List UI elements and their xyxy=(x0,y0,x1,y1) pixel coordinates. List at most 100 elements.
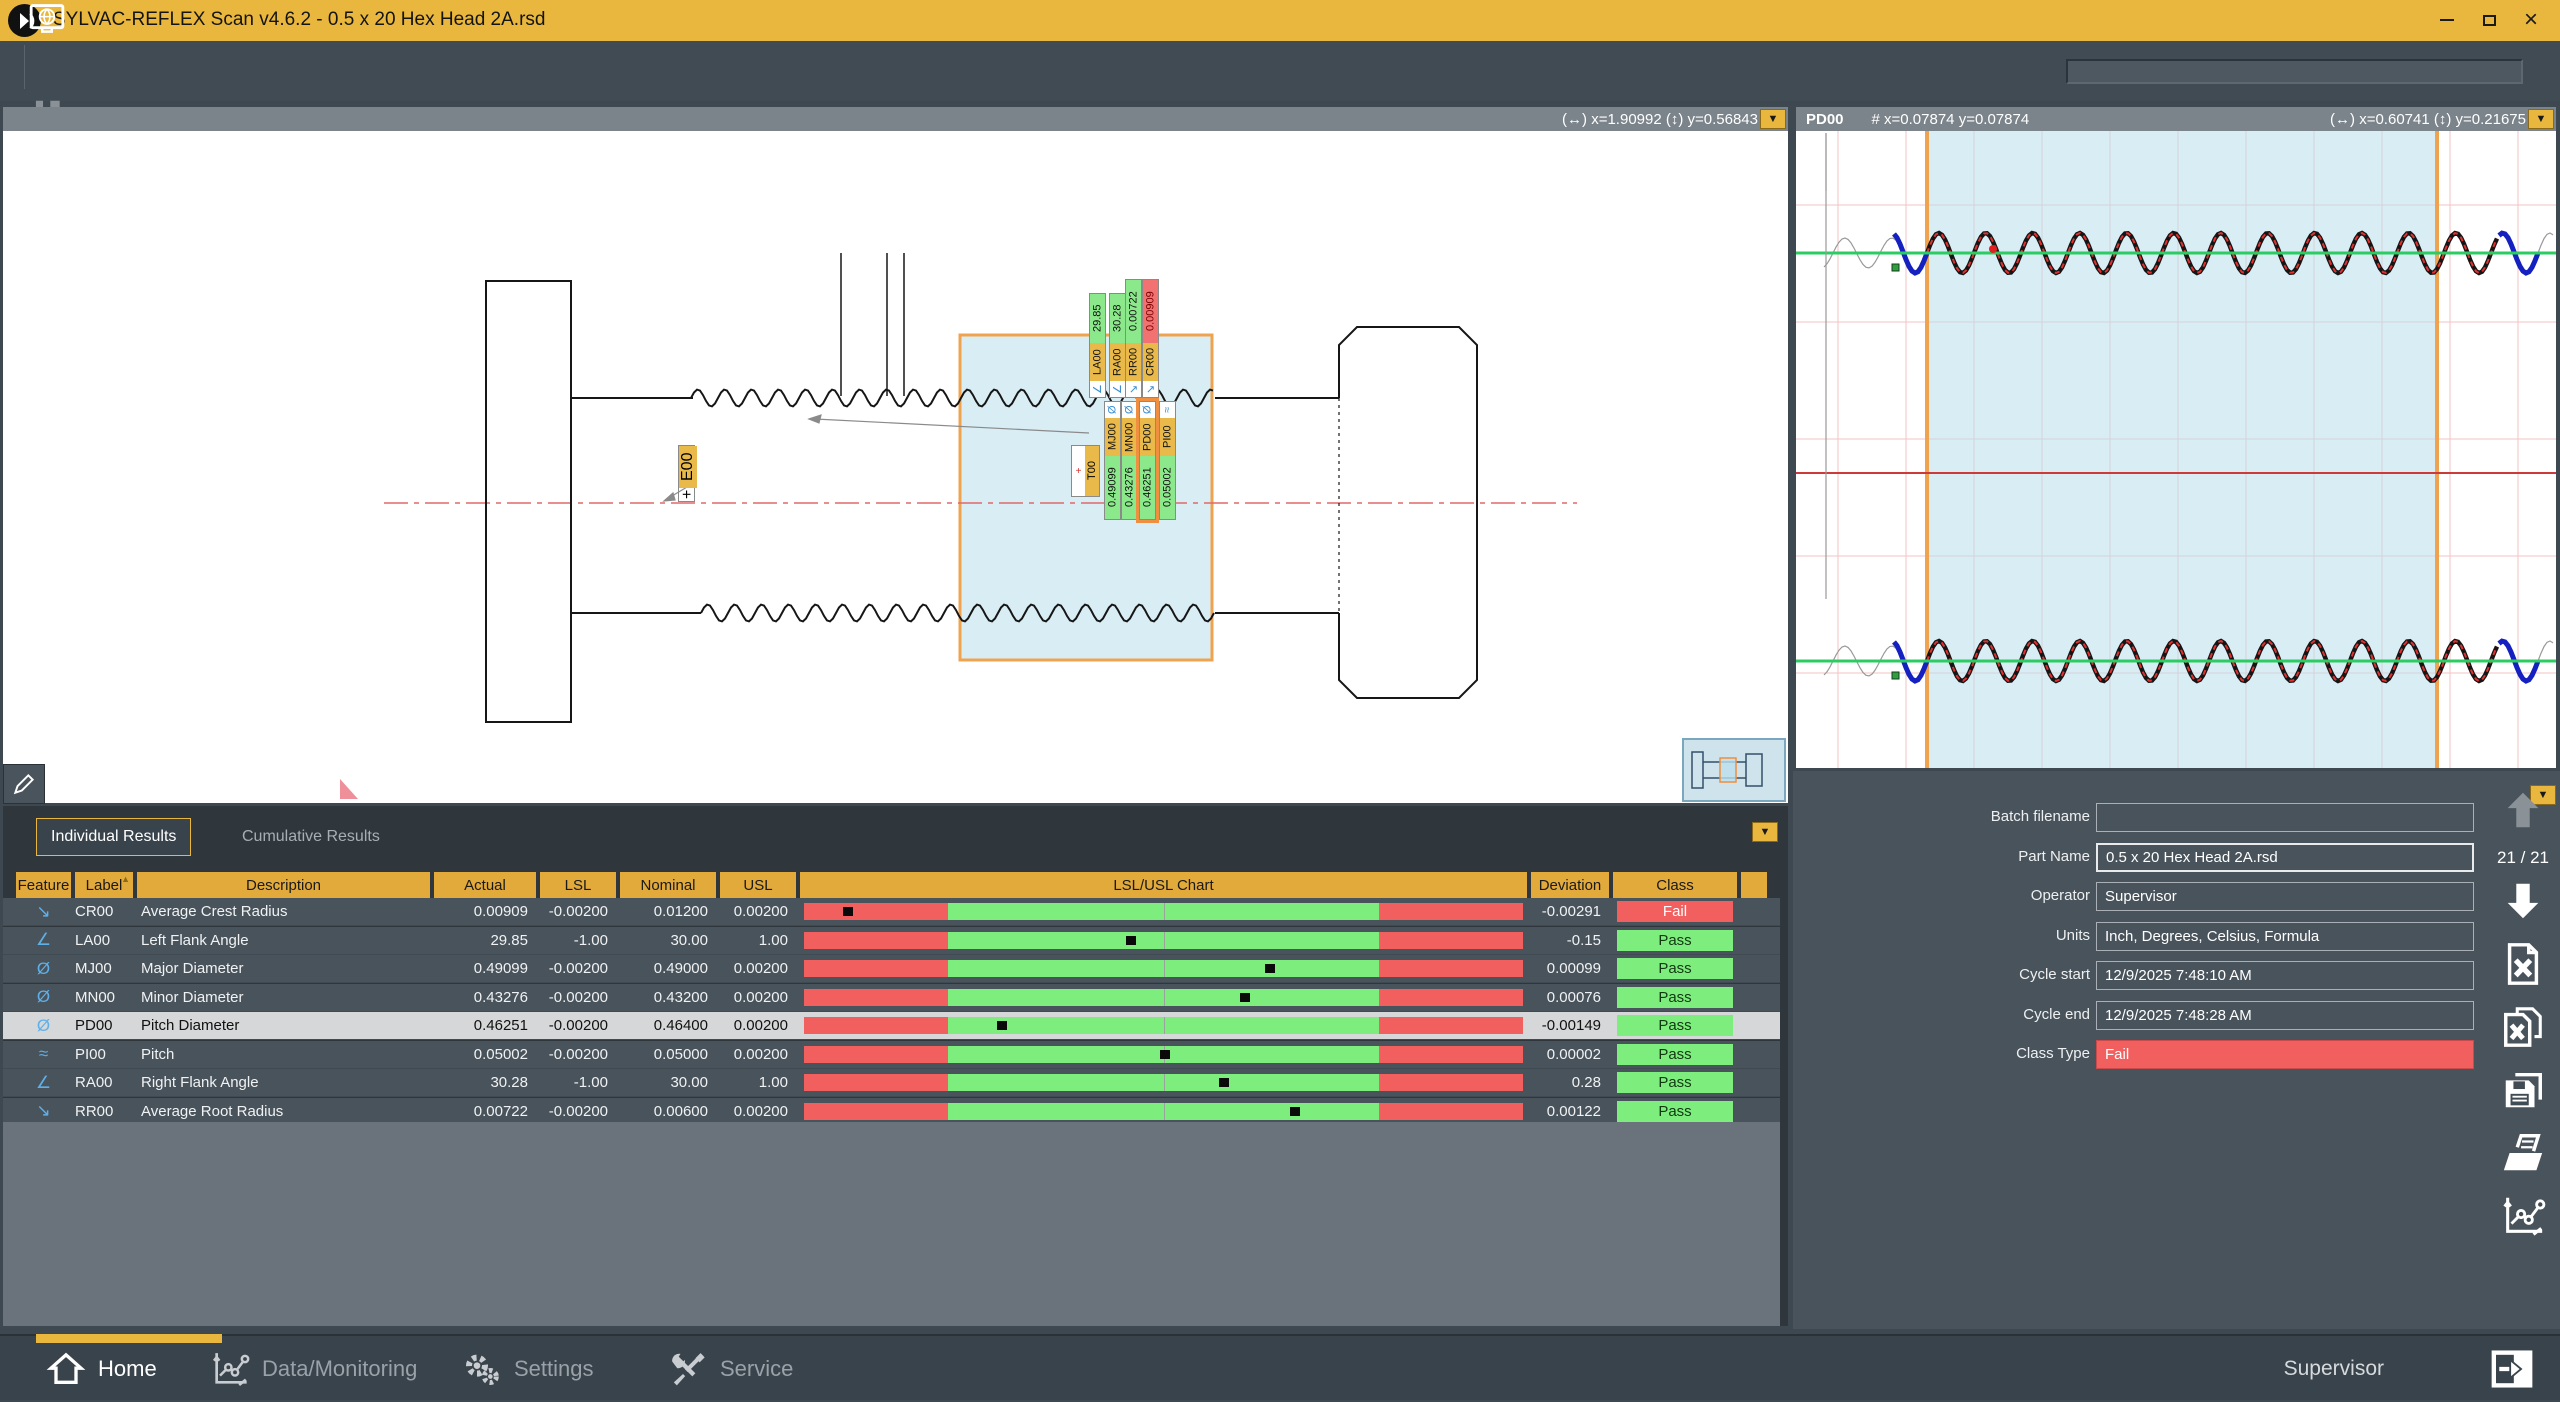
datum-tag-t00[interactable]: +T00 xyxy=(1071,445,1100,497)
class-badge: Pass xyxy=(1613,1069,1737,1096)
thread-trace-canvas[interactable] xyxy=(1796,131,2556,768)
cell-nominal: 0.49000 xyxy=(620,955,716,982)
cell-lsl: -1.00 xyxy=(540,1069,616,1096)
column-header-description[interactable]: Description xyxy=(137,872,430,898)
up-arrow-icon[interactable] xyxy=(2500,787,2546,838)
cell-actual: 0.43276 xyxy=(434,984,536,1011)
class-badge: Fail xyxy=(1613,898,1737,925)
field-input-batch-filename[interactable] xyxy=(2096,803,2474,832)
table-row-ra00[interactable]: ∠RA00Right Flank Angle30.28-1.0030.001.0… xyxy=(3,1069,1780,1097)
column-header-class[interactable]: Class xyxy=(1613,872,1737,898)
column-header-lsl[interactable]: LSL xyxy=(540,872,616,898)
maximize-button[interactable] xyxy=(2472,6,2506,34)
column-header-nominal[interactable]: Nominal xyxy=(620,872,716,898)
tab-individual-results[interactable]: Individual Results xyxy=(36,818,191,856)
feature-tag-cr00[interactable]: 0.00909CR00↘ xyxy=(1142,279,1159,398)
measurement-marker xyxy=(1126,936,1136,945)
feature-tag-ra00[interactable]: 30.28RA00∠ xyxy=(1109,293,1126,398)
column-header-lsl-usl-chart[interactable]: LSL/USL Chart xyxy=(800,872,1527,898)
feature-tag-rr00[interactable]: 0.00722RR00↘ xyxy=(1125,279,1142,398)
cell-label: LA00 xyxy=(75,927,133,954)
cell-usl: 0.00200 xyxy=(720,1098,796,1125)
edit-annotation-button[interactable] xyxy=(3,764,45,804)
field-input-class-type[interactable]: Fail xyxy=(2096,1040,2474,1069)
nav-item-service[interactable]: Service xyxy=(668,1336,793,1402)
column-header-deviation[interactable]: Deviation xyxy=(1531,872,1609,898)
class-badge: Pass xyxy=(1613,984,1737,1011)
cell-lsl: -0.00200 xyxy=(540,955,616,982)
cell-usl: 0.00200 xyxy=(720,898,796,925)
nav-item-data-monitoring[interactable]: Data/Monitoring xyxy=(210,1336,417,1402)
lsl-usl-chart-bar xyxy=(800,1012,1527,1039)
delete-record-icon[interactable] xyxy=(2500,941,2546,992)
column-header-usl[interactable]: USL xyxy=(720,872,796,898)
overview-minimap[interactable] xyxy=(1682,738,1786,802)
table-row-pd00[interactable]: ØPD00Pitch Diameter0.46251-0.002000.4640… xyxy=(3,1012,1780,1040)
cell-description: Average Crest Radius xyxy=(137,898,430,925)
table-row-cr00[interactable]: ↘CR00Average Crest Radius0.00909-0.00200… xyxy=(3,898,1780,926)
column-header-actual[interactable]: Actual xyxy=(434,872,536,898)
measurement-marker xyxy=(1219,1078,1229,1087)
open-report-icon[interactable] xyxy=(2500,1130,2546,1181)
nav-item-home[interactable]: Home xyxy=(46,1336,157,1402)
cell-description: Pitch Diameter xyxy=(137,1012,430,1039)
minimize-button[interactable] xyxy=(2430,6,2464,34)
table-row-pi00[interactable]: ≈PI00Pitch0.05002-0.002000.050000.002000… xyxy=(3,1041,1780,1069)
feature-tag-mj00[interactable]: ØMJ000.49099 xyxy=(1104,401,1121,520)
screen-globe-icon[interactable] xyxy=(18,0,76,45)
feature-tag-pi00[interactable]: ≈PI000.05002 xyxy=(1159,401,1176,520)
class-badge: Pass xyxy=(1613,1098,1737,1125)
feature-tag-la00[interactable]: 29.85LA00∠ xyxy=(1089,293,1106,398)
cell-nominal: 0.01200 xyxy=(620,898,716,925)
down-arrow-icon[interactable] xyxy=(2500,878,2546,929)
sort-ascending-icon: ▲ xyxy=(121,874,130,884)
left-viewport-dropdown-button[interactable]: ▼ xyxy=(1760,109,1786,129)
batch-info-panel: Batch filenamePart Name0.5 x 20 Hex Head… xyxy=(1793,771,2560,1329)
close-button[interactable]: × xyxy=(2514,6,2548,34)
cell-label: RR00 xyxy=(75,1098,133,1125)
cell-label: RA00 xyxy=(75,1069,133,1096)
profile-drawing-canvas[interactable]: 29.85LA00∠30.28RA00∠0.00722RR00↘0.00909C… xyxy=(3,131,1788,803)
cell-description: Average Root Radius xyxy=(137,1098,430,1125)
field-input-cycle-start[interactable]: 12/9/2025 7:48:10 AM xyxy=(2096,961,2474,990)
nav-item-settings[interactable]: Settings xyxy=(462,1336,594,1402)
cell-lsl: -0.00200 xyxy=(540,1041,616,1068)
results-dropdown-button[interactable]: ▼ xyxy=(1752,822,1778,842)
field-input-operator[interactable]: Supervisor xyxy=(2096,882,2474,911)
column-header-label[interactable]: Label▲ xyxy=(75,872,133,898)
field-label-cycle-start: Cycle start xyxy=(2019,966,2090,983)
table-row-la00[interactable]: ∠LA00Left Flank Angle29.85-1.0030.001.00… xyxy=(3,927,1780,955)
table-row-mn00[interactable]: ØMN00Minor Diameter0.43276-0.002000.4320… xyxy=(3,984,1780,1012)
feature-tag-pd00[interactable]: ØPD000.46251 xyxy=(1139,401,1156,520)
column-header-feature[interactable]: Feature xyxy=(16,872,71,898)
feature-tag-e00[interactable]: E00+ xyxy=(678,445,695,502)
left-viewport-header: (↔) x=1.90992 (↕) y=0.56843 ▼ xyxy=(3,107,1788,131)
radius-feature-icon: ↘ xyxy=(16,1098,71,1125)
delete-all-records-icon[interactable] xyxy=(2500,1004,2546,1055)
bottom-navigation: HomeData/MonitoringSettingsService Super… xyxy=(0,1334,2560,1400)
field-input-cycle-end[interactable]: 12/9/2025 7:48:28 AM xyxy=(2096,1001,2474,1030)
chart-view-icon[interactable] xyxy=(2500,1193,2546,1244)
class-badge: Pass xyxy=(1613,1012,1737,1039)
record-counter: 21 / 21 xyxy=(2497,848,2549,868)
cell-usl: 0.00200 xyxy=(720,1041,796,1068)
tab-cumulative-results[interactable]: Cumulative Results xyxy=(228,818,394,856)
save-batch-icon[interactable] xyxy=(2500,1067,2546,1118)
lsl-usl-chart-bar xyxy=(800,1041,1527,1068)
title-bar: SYLVAC-REFLEX Scan v4.6.2 - 0.5 x 20 Hex… xyxy=(0,0,2560,41)
field-input-units[interactable]: Inch, Degrees, Celsius, Formula xyxy=(2096,922,2474,951)
cell-description: Minor Diameter xyxy=(137,984,430,1011)
main-toolbar: LIVE</>?? xyxy=(0,41,2560,101)
field-input-part-name[interactable]: 0.5 x 20 Hex Head 2A.rsd xyxy=(2096,843,2474,872)
cell-deviation: 0.00076 xyxy=(1531,984,1609,1011)
right-viewport-dropdown-button[interactable]: ▼ xyxy=(2528,109,2554,129)
cell-nominal: 0.00600 xyxy=(620,1098,716,1125)
cell-label: MJ00 xyxy=(75,955,133,982)
logout-icon[interactable] xyxy=(2490,1349,2534,1389)
cell-actual: 0.05002 xyxy=(434,1041,536,1068)
field-label-cycle-end: Cycle end xyxy=(2023,1006,2090,1023)
cell-lsl: -0.00200 xyxy=(540,1012,616,1039)
feature-tag-mn00[interactable]: ØMN000.43276 xyxy=(1121,401,1138,520)
table-row-mj00[interactable]: ØMJ00Major Diameter0.49099-0.002000.4900… xyxy=(3,955,1780,983)
cell-description: Left Flank Angle xyxy=(137,927,430,954)
